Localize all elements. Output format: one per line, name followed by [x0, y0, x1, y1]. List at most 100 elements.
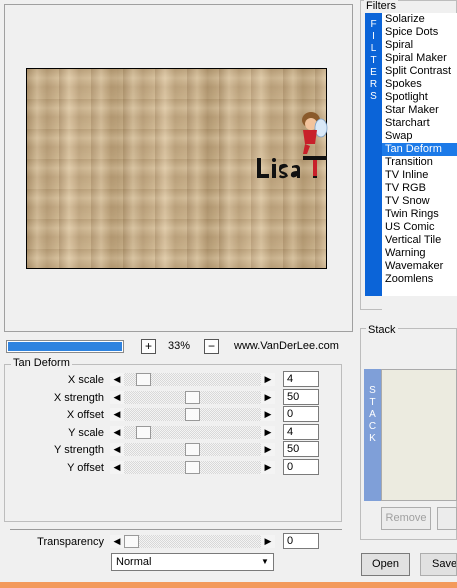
decrease-arrow-icon[interactable]: ◀: [110, 408, 124, 421]
filter-list-item[interactable]: Warning: [382, 247, 457, 260]
blend-mode-select[interactable]: Normal ▼: [111, 553, 274, 571]
filter-list-item[interactable]: Twin Rings: [382, 208, 457, 221]
transparency-label: Transparency: [37, 536, 104, 548]
params-group-title: Tan Deform: [11, 357, 72, 369]
filter-list-item[interactable]: Wavemaker: [382, 260, 457, 273]
strip-letter: T: [370, 55, 377, 66]
save-button[interactable]: Save: [420, 553, 457, 576]
increase-arrow-icon[interactable]: ▶: [261, 391, 275, 404]
transparency-slider[interactable]: ◀ ▶: [110, 535, 275, 548]
chevron-down-icon[interactable]: ▼: [258, 555, 272, 569]
strip-letter: A: [369, 409, 376, 420]
filter-list-item[interactable]: Spiral Maker: [382, 52, 457, 65]
filter-list-item[interactable]: Swap: [382, 130, 457, 143]
strip-letter: R: [369, 79, 378, 90]
param-value-field[interactable]: 0: [283, 406, 319, 422]
open-button[interactable]: Open: [361, 553, 410, 576]
param-value-field[interactable]: 50: [283, 389, 319, 405]
filters-list-footer: [382, 296, 457, 310]
render-progress-fill: [8, 342, 122, 351]
increase-arrow-icon[interactable]: ▶: [261, 443, 275, 456]
param-value-field[interactable]: 50: [283, 441, 319, 457]
filter-list-item[interactable]: Star Maker: [382, 104, 457, 117]
filter-list-item[interactable]: Spokes: [382, 78, 457, 91]
param-slider[interactable]: ◀ ▶: [110, 391, 275, 404]
slider-thumb[interactable]: [185, 408, 200, 421]
param-label: Y offset: [67, 462, 104, 474]
filter-list-item[interactable]: Spotlight: [382, 91, 457, 104]
zoom-level: 33%: [168, 340, 191, 352]
strip-letter: S: [370, 91, 377, 102]
filter-list-item[interactable]: Spiral: [382, 39, 457, 52]
filter-list-item[interactable]: Zoomlens: [382, 273, 457, 286]
slider-thumb[interactable]: [185, 391, 200, 404]
transparency-increase-arrow-icon[interactable]: ▶: [261, 535, 275, 548]
strip-letter: K: [369, 433, 376, 444]
filter-list-item[interactable]: Starchart: [382, 117, 457, 130]
transparency-thumb[interactable]: [124, 535, 139, 548]
filter-list-item[interactable]: TV RGB: [382, 182, 457, 195]
filters-strip-label: FILTERS: [365, 13, 382, 103]
strip-letter: S: [369, 385, 376, 396]
filters-list[interactable]: Solarize Spice Dots Spiral Spiral Maker Spli…: [382, 13, 457, 296]
increase-arrow-icon[interactable]: ▶: [261, 461, 275, 474]
filter-list-item[interactable]: Spice Dots: [382, 26, 457, 39]
strip-letter: F: [370, 19, 377, 30]
stack-list[interactable]: [381, 369, 457, 501]
decrease-arrow-icon[interactable]: ◀: [110, 426, 124, 439]
param-value-field[interactable]: 4: [283, 371, 319, 387]
bottom-accent-bar: [0, 582, 457, 588]
strip-letter: I: [372, 31, 375, 42]
transparency-value-field[interactable]: 0: [283, 533, 319, 549]
stack-group-title: Stack: [366, 324, 398, 336]
param-label: X strength: [53, 392, 104, 404]
filter-list-item[interactable]: Solarize: [382, 13, 457, 26]
param-label: X scale: [67, 374, 104, 386]
filter-list-item[interactable]: TV Inline: [382, 169, 457, 182]
param-slider[interactable]: ◀ ▶: [110, 408, 275, 421]
increase-arrow-icon[interactable]: ▶: [261, 408, 275, 421]
slider-thumb[interactable]: [136, 373, 151, 386]
blend-mode-value: Normal: [116, 556, 152, 568]
decrease-arrow-icon[interactable]: ◀: [110, 391, 124, 404]
transparency-decrease-arrow-icon[interactable]: ◀: [110, 535, 124, 548]
render-progress-bar: [6, 340, 124, 353]
filter-list-item[interactable]: Tan Deform: [382, 143, 457, 156]
param-slider[interactable]: ◀ ▶: [110, 426, 275, 439]
zoom-out-button[interactable]: −: [204, 339, 219, 354]
stack-side-strip: STACK: [364, 369, 381, 501]
strip-letter: C: [368, 421, 377, 432]
filter-list-item[interactable]: Split Contrast: [382, 65, 457, 78]
zoom-in-button[interactable]: +: [141, 339, 156, 354]
filters-side-strip: FILTERS: [365, 13, 382, 296]
preview-panel: [4, 4, 353, 332]
param-label: X offset: [66, 409, 104, 421]
param-label: Y strength: [54, 444, 104, 456]
decrease-arrow-icon[interactable]: ◀: [110, 373, 124, 386]
increase-arrow-icon[interactable]: ▶: [261, 426, 275, 439]
strip-letter: E: [370, 67, 377, 78]
slider-thumb[interactable]: [185, 443, 200, 456]
slider-thumb[interactable]: [136, 426, 151, 439]
filter-list-item[interactable]: US Comic: [382, 221, 457, 234]
remove-button[interactable]: Remove: [381, 507, 431, 530]
lisa-t-watermark-logo: [257, 112, 328, 179]
website-link[interactable]: www.VanDerLee.com: [234, 340, 339, 352]
param-slider[interactable]: ◀ ▶: [110, 373, 275, 386]
param-value-field[interactable]: 0: [283, 459, 319, 475]
param-slider[interactable]: ◀ ▶: [110, 461, 275, 474]
slider-thumb[interactable]: [185, 461, 200, 474]
param-value-field[interactable]: 4: [283, 424, 319, 440]
decrease-arrow-icon[interactable]: ◀: [110, 443, 124, 456]
strip-letter: L: [370, 43, 377, 54]
decrease-arrow-icon[interactable]: ◀: [110, 461, 124, 474]
transparency-track[interactable]: [124, 535, 261, 548]
filter-list-item[interactable]: Transition: [382, 156, 457, 169]
filters-group-title: Filters: [364, 0, 398, 12]
param-slider[interactable]: ◀ ▶: [110, 443, 275, 456]
stack-extra-button[interactable]: [437, 507, 457, 530]
strip-letter: T: [369, 397, 376, 408]
increase-arrow-icon[interactable]: ▶: [261, 373, 275, 386]
filter-list-item[interactable]: Vertical Tile: [382, 234, 457, 247]
filter-list-item[interactable]: TV Snow: [382, 195, 457, 208]
